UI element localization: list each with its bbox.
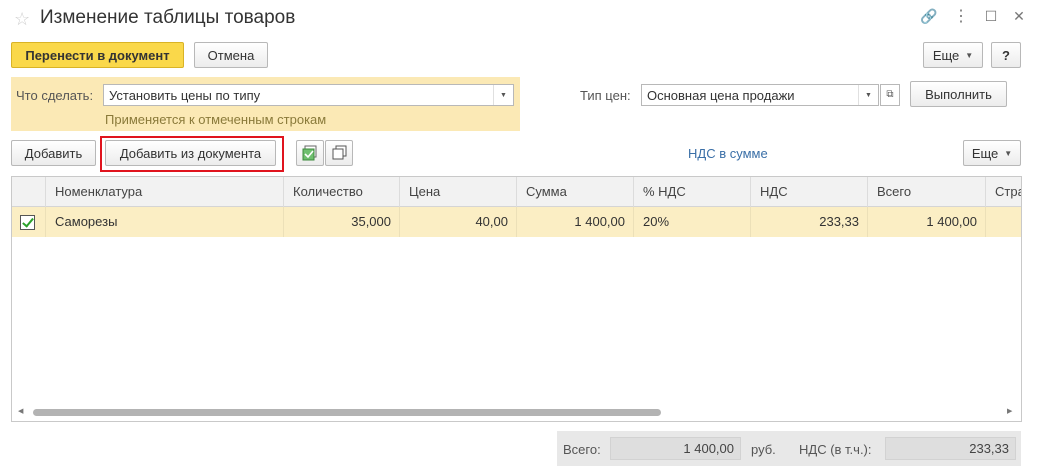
action-label: Что сделать: — [16, 88, 94, 103]
more-button-label: Еще — [932, 47, 960, 63]
more-button[interactable]: Еще ▼ — [923, 42, 983, 68]
hint-text: Применяется к отмеченным строкам — [105, 112, 327, 127]
execute-button[interactable]: Выполнить — [910, 81, 1007, 107]
vat-total-label: НДС (в т.ч.): — [799, 442, 872, 457]
cell-vat-rate[interactable]: 20% — [634, 207, 751, 237]
header-country[interactable]: Стра — [986, 177, 1021, 207]
action-select-value: Установить цены по типу — [109, 87, 261, 103]
price-type-label: Тип цен: — [580, 88, 631, 103]
vat-total-value: 233,33 — [885, 437, 1016, 460]
vat-in-sum-link[interactable]: НДС в сумме — [688, 146, 768, 161]
header-quantity[interactable]: Количество — [284, 177, 400, 207]
window-title: Изменение таблицы товаров — [40, 7, 296, 28]
currency-label: руб. — [751, 442, 776, 457]
add-button[interactable]: Добавить — [11, 140, 96, 166]
header-price[interactable]: Цена — [400, 177, 517, 207]
header-total[interactable]: Всего — [868, 177, 986, 207]
cell-price[interactable]: 40,00 — [400, 207, 517, 237]
header-vat-rate[interactable]: % НДС — [634, 177, 751, 207]
goods-table[interactable]: Номенклатура Количество Цена Сумма % НДС… — [11, 176, 1022, 422]
cell-vat[interactable]: 233,33 — [751, 207, 868, 237]
cell-quantity[interactable]: 35,000 — [284, 207, 400, 237]
cell-country[interactable] — [986, 207, 1021, 237]
favorite-star-icon[interactable]: ☆ — [14, 9, 30, 30]
checkbox-checked-icon[interactable] — [20, 215, 35, 230]
close-icon[interactable]: ✕ — [1010, 8, 1028, 25]
cell-sum[interactable]: 1 400,00 — [517, 207, 634, 237]
open-icon[interactable]: ⧉ — [880, 84, 900, 106]
table-row[interactable]: Саморезы 35,000 40,00 1 400,00 20% 233,3… — [12, 207, 1021, 237]
action-select[interactable]: Установить цены по типу ▼ — [103, 84, 514, 106]
total-value: 1 400,00 — [610, 437, 741, 460]
header-item[interactable]: Номенклатура — [46, 177, 284, 207]
table-more-label: Еще — [971, 145, 999, 161]
check-all-icon[interactable] — [296, 140, 324, 166]
help-button[interactable]: ? — [991, 42, 1021, 68]
highlight-frame — [100, 136, 284, 172]
table-header: Номенклатура Количество Цена Сумма % НДС… — [12, 177, 1021, 207]
uncheck-all-icon[interactable] — [325, 140, 353, 166]
dropdown-arrow-icon[interactable]: ▼ — [858, 85, 878, 105]
transfer-to-document-button[interactable]: Перенести в документ — [11, 42, 184, 68]
maximize-icon[interactable]: ☐ — [982, 8, 1000, 25]
more-actions-icon[interactable]: ⋮ — [952, 6, 970, 26]
cell-item[interactable]: Саморезы — [46, 207, 284, 237]
table-more-button[interactable]: Еще ▼ — [963, 140, 1021, 166]
price-type-value: Основная цена продажи — [647, 87, 795, 103]
header-sum[interactable]: Сумма — [517, 177, 634, 207]
price-type-select[interactable]: Основная цена продажи ▼ — [641, 84, 879, 106]
total-label: Всего: — [563, 442, 601, 457]
cell-total[interactable]: 1 400,00 — [868, 207, 986, 237]
row-checkbox-cell[interactable] — [12, 207, 46, 237]
scroll-left-icon[interactable]: ◀ — [18, 407, 23, 415]
chevron-down-icon: ▼ — [1004, 148, 1013, 158]
header-vat[interactable]: НДС — [751, 177, 868, 207]
scroll-right-icon[interactable]: ▶ — [1007, 407, 1012, 415]
chevron-down-icon: ▼ — [965, 50, 974, 60]
horizontal-scrollbar-thumb[interactable] — [33, 409, 661, 416]
header-check — [12, 177, 46, 207]
dropdown-arrow-icon[interactable]: ▼ — [493, 85, 513, 105]
cancel-button[interactable]: Отмена — [194, 42, 268, 68]
link-icon[interactable]: 🔗 — [920, 8, 938, 25]
